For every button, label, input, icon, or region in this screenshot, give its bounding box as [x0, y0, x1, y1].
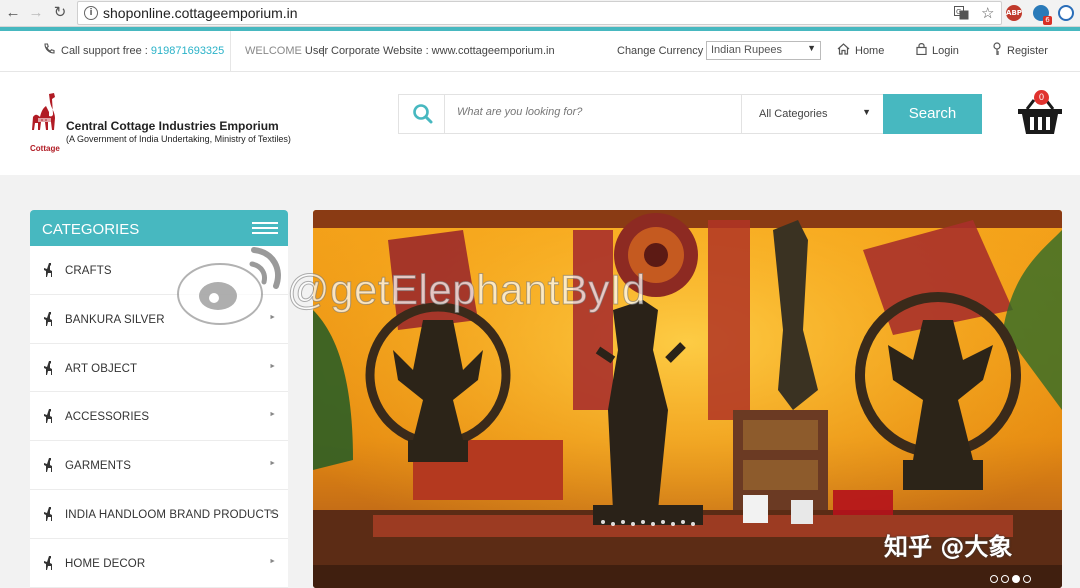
- category-camel-icon: [44, 360, 52, 375]
- category-label: GARMENTS: [65, 460, 131, 473]
- translate-icon[interactable]: G: [954, 6, 969, 23]
- extension-count-badge: 6: [1043, 16, 1052, 25]
- profile-icon[interactable]: [1058, 5, 1074, 21]
- login-link[interactable]: Login: [932, 45, 959, 57]
- star-icon[interactable]: ☆: [981, 4, 994, 22]
- category-item[interactable]: ACCESSORIES ►: [30, 392, 288, 442]
- site-logo[interactable]: Cottage Central Cottage Industries Empor…: [29, 92, 299, 156]
- category-label: ART OBJECT: [65, 362, 138, 375]
- category-item[interactable]: ART OBJECT ►: [30, 343, 288, 393]
- chevron-right-icon: ►: [269, 557, 276, 565]
- menu-icon[interactable]: [252, 222, 278, 235]
- category-camel-icon: [44, 263, 52, 277]
- search-bar: All Categories ▼: [398, 94, 884, 134]
- chevron-right-icon: ►: [269, 460, 276, 468]
- topbar-separator: |: [322, 45, 325, 57]
- slider-dot[interactable]: [1012, 575, 1020, 583]
- category-camel-icon: [44, 458, 52, 473]
- currency-label: Change Currency :: [617, 45, 710, 57]
- category-label: HOME DECOR: [65, 557, 146, 570]
- chevron-right-icon: ►: [269, 411, 276, 419]
- address-bar[interactable]: i shoponline.cottageemporium.in G ☆: [77, 1, 1002, 25]
- category-select-value: All Categories: [759, 108, 828, 120]
- home-link[interactable]: Home: [855, 45, 884, 57]
- cart-count-badge: 0: [1034, 90, 1049, 105]
- chevron-down-icon: ▼: [862, 107, 871, 117]
- category-label: CRAFTS: [65, 265, 112, 277]
- logo-tag: Cottage: [30, 144, 60, 153]
- back-arrow-icon[interactable]: ←: [3, 3, 23, 23]
- cart-button[interactable]: 0: [1017, 90, 1065, 138]
- search-button[interactable]: Search: [883, 94, 982, 134]
- category-item[interactable]: GARMENTS ►: [30, 441, 288, 490]
- top-info-bar: Call support free : 919871693325 WELCOME…: [0, 31, 1080, 72]
- slider-dot[interactable]: [990, 575, 998, 583]
- register-link[interactable]: Register: [1007, 45, 1048, 57]
- category-camel-icon: [44, 506, 52, 521]
- key-icon[interactable]: [992, 42, 1002, 59]
- weibo-logo-icon: [177, 247, 281, 325]
- corporate-website-link[interactable]: Corporate Website : www.cottageemporium.…: [331, 45, 555, 57]
- slider-dot[interactable]: [1023, 575, 1031, 583]
- url-text: shoponline.cottageemporium.in: [103, 5, 298, 21]
- camel-logo-icon: [32, 93, 55, 130]
- currency-select[interactable]: Indian Rupees ▼: [706, 41, 821, 60]
- slider-dots: [990, 570, 1034, 588]
- abp-extension-icon[interactable]: ABP: [1006, 5, 1022, 21]
- category-item[interactable]: HOME DECOR ►: [30, 538, 288, 588]
- category-camel-icon: [44, 311, 52, 326]
- forward-arrow-icon[interactable]: →: [26, 3, 46, 23]
- home-icon[interactable]: [837, 43, 850, 58]
- welcome-prefix: WELCOME: [245, 45, 302, 57]
- logo-subtitle: (A Government of India Undertaking, Mini…: [66, 134, 291, 144]
- lock-icon[interactable]: [916, 42, 927, 58]
- browser-toolbar: ← → ↻ i shoponline.cottageemporium.in G …: [0, 0, 1080, 27]
- site-header: Cottage Central Cottage Industries Empor…: [0, 72, 1080, 175]
- chevron-right-icon: ►: [269, 508, 276, 516]
- search-icon[interactable]: [399, 95, 445, 133]
- info-icon[interactable]: i: [84, 6, 98, 20]
- currency-value: Indian Rupees: [711, 44, 782, 56]
- category-camel-icon: [44, 555, 52, 570]
- chevron-down-icon: ▼: [807, 43, 816, 53]
- chevron-right-icon: ►: [269, 362, 276, 370]
- support-label: Call support free :: [61, 45, 151, 57]
- welcome-text: WELCOME User: [245, 45, 328, 57]
- watermark-handle: @getElephantById: [287, 266, 646, 314]
- category-label: BANKURA SILVER: [65, 313, 165, 326]
- watermark-credit: 知乎 @大象: [884, 533, 1013, 561]
- category-label: INDIA HANDLOOM BRAND PRODUCTS: [65, 508, 279, 521]
- search-input[interactable]: [457, 106, 727, 118]
- phone-icon: [43, 43, 55, 58]
- category-select[interactable]: All Categories ▼: [741, 95, 884, 133]
- divider: [230, 31, 231, 72]
- svg-text:G: G: [956, 8, 961, 16]
- support-line: Call support free : 919871693325: [61, 45, 224, 57]
- reload-icon[interactable]: ↻: [50, 3, 70, 23]
- categories-title: CATEGORIES: [42, 221, 140, 238]
- category-label: ACCESSORIES: [65, 411, 150, 424]
- category-camel-icon: [44, 409, 52, 424]
- support-phone[interactable]: 919871693325: [151, 45, 224, 57]
- slider-dot[interactable]: [1001, 575, 1009, 583]
- extension-badge-icon[interactable]: 6: [1033, 5, 1052, 25]
- category-item[interactable]: INDIA HANDLOOM BRAND PRODUCTS ►: [30, 489, 288, 539]
- logo-title: Central Cottage Industries Emporium: [66, 119, 279, 133]
